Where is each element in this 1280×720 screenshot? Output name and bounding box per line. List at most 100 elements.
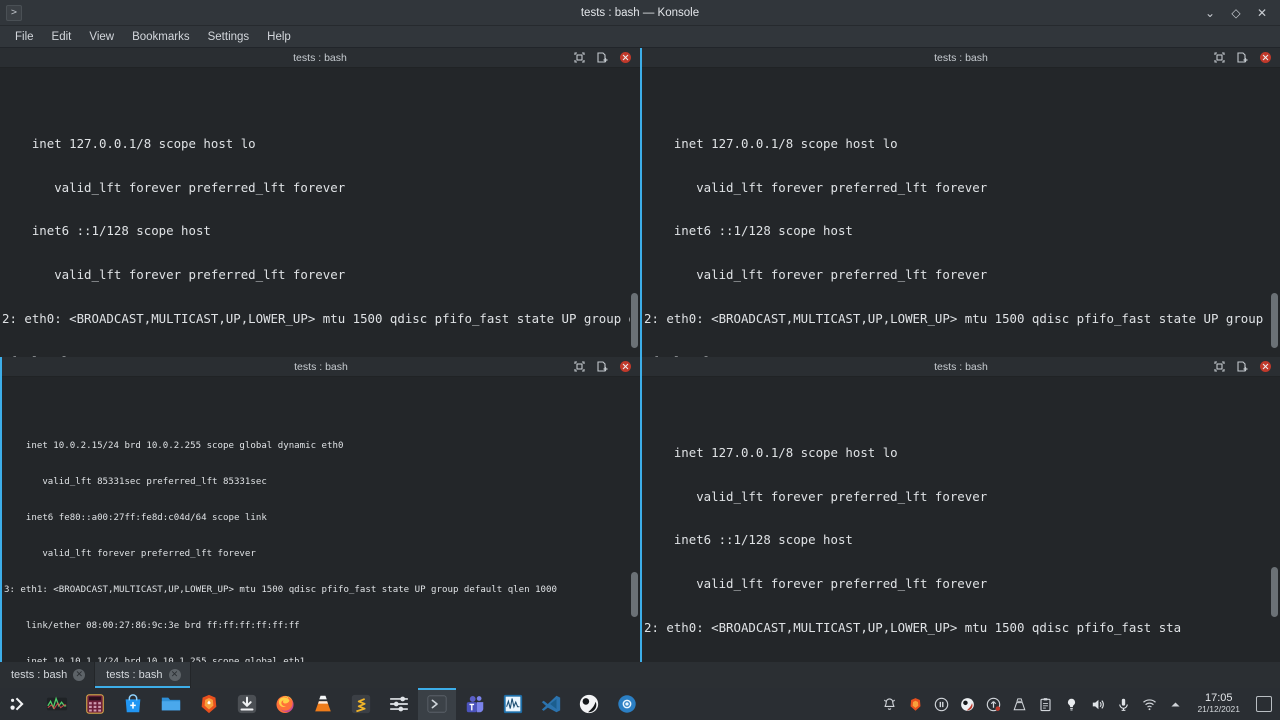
system-monitor-icon[interactable] [38, 688, 76, 720]
clock-widget[interactable]: 17:05 21/12/2021 [1193, 693, 1244, 715]
clock-date: 21/12/2021 [1197, 704, 1240, 714]
wireshark-icon[interactable] [494, 688, 532, 720]
terminal-pane-firewall[interactable]: tests : bash inet 10.0.2.15/24 brd 10.0.… [0, 357, 640, 662]
terminal-line: 2: eth0: <BROADCAST,MULTICAST,UP,LOWER_U… [644, 619, 1182, 635]
clipboard-icon[interactable] [1037, 696, 1053, 712]
pane-header-isp1: tests : bash [0, 48, 640, 68]
terminal-pane-isp2[interactable]: tests : bash inet 127.0.0.1/8 scope host… [640, 48, 1280, 357]
expand-pane-icon[interactable] [1214, 361, 1225, 372]
terminal-output-isp2[interactable]: inet 127.0.0.1/8 scope host lo valid_lft… [642, 68, 1280, 357]
menu-view[interactable]: View [80, 29, 123, 45]
vlc-icon[interactable] [304, 688, 342, 720]
terminal-line: inet6 ::1/128 scope host [644, 223, 853, 239]
download-manager-icon[interactable] [228, 688, 266, 720]
pane-scrollbar[interactable] [1270, 68, 1279, 357]
konsole-terminal-icon[interactable] [418, 688, 456, 720]
volume-icon[interactable] [1089, 696, 1105, 712]
tab-tests-bash-2[interactable]: tests : bash ✕ [95, 662, 191, 688]
terminal-line: 2: eth0: <BROADCAST,MULTICAST,UP,LOWER_U… [2, 310, 637, 326]
new-tab-icon[interactable] [1237, 52, 1248, 63]
sublime-text-icon[interactable] [342, 688, 380, 720]
terminal-line: inet 127.0.0.1/8 scope host lo [644, 445, 898, 461]
show-desktop-button[interactable] [1256, 696, 1272, 712]
microsoft-teams-icon[interactable] [456, 688, 494, 720]
terminal-pane-isp1[interactable]: tests : bash inet 127.0.0.1/8 scope host… [0, 48, 640, 357]
settings-sliders-icon[interactable] [380, 688, 418, 720]
desktop-taskbar: 17:05 21/12/2021 [0, 688, 1280, 720]
terminal-line: valid_lft forever preferred_lft forever [644, 179, 988, 195]
menu-help[interactable]: Help [258, 29, 300, 45]
window-controls: ⌄ ◇ ✕ [1204, 7, 1280, 19]
close-pane-icon[interactable] [1260, 52, 1271, 63]
terminal-line: valid_lft forever preferred_lft forever [4, 548, 256, 559]
close-button[interactable]: ✕ [1256, 7, 1268, 19]
terminal-output-firewall[interactable]: inet 10.0.2.15/24 brd 10.0.2.255 scope g… [2, 377, 640, 662]
terminal-output-host1[interactable]: inet 127.0.0.1/8 scope host lo valid_lft… [642, 377, 1280, 662]
updates-icon[interactable] [985, 696, 1001, 712]
kde-connect-icon[interactable] [608, 688, 646, 720]
obs-tray-icon[interactable] [959, 696, 975, 712]
terminal-line: inet 127.0.0.1/8 scope host lo [644, 136, 898, 152]
pane-title: tests : bash [293, 51, 347, 64]
terminal-line: valid_lft forever preferred_lft forever [644, 576, 988, 592]
minimize-button[interactable]: ⌄ [1204, 7, 1216, 19]
obs-studio-icon[interactable] [570, 688, 608, 720]
expand-pane-icon[interactable] [574, 361, 585, 372]
terminal-output-isp1[interactable]: inet 127.0.0.1/8 scope host lo valid_lft… [0, 68, 640, 357]
terminal-pane-host1[interactable]: tests : bash inet 127.0.0.1/8 scope host… [640, 357, 1280, 662]
pane-title: tests : bash [934, 360, 988, 373]
close-pane-icon[interactable] [620, 361, 631, 372]
pane-scrollbar[interactable] [630, 68, 639, 357]
brightness-icon[interactable] [1063, 696, 1079, 712]
show-hidden-tray-icon[interactable] [1167, 696, 1183, 712]
terminal-line: inet6 fe80::a00:27ff:fe8d:c04d/64 scope … [4, 512, 267, 523]
new-tab-icon[interactable] [1237, 361, 1248, 372]
pane-title: tests : bash [934, 51, 988, 64]
notifications-bell-icon[interactable] [881, 696, 897, 712]
tab-tests-bash-1[interactable]: tests : bash ✕ [0, 662, 96, 688]
tab-label: tests : bash [106, 669, 163, 681]
terminal-line: valid_lft 85331sec preferred_lft 85331se… [4, 476, 267, 487]
close-pane-icon[interactable] [1260, 361, 1271, 372]
scrollbar-thumb[interactable] [631, 572, 638, 617]
vlc-tray-icon[interactable] [1011, 696, 1027, 712]
kde-menu-icon[interactable] [0, 688, 38, 720]
pane-header-firewall: tests : bash [2, 357, 640, 377]
brave-tray-icon[interactable] [907, 696, 923, 712]
tab-label: tests : bash [11, 669, 68, 681]
system-tray: 17:05 21/12/2021 [881, 693, 1280, 715]
pane-scrollbar[interactable] [630, 377, 639, 662]
software-store-icon[interactable] [114, 688, 152, 720]
calculator-icon[interactable] [76, 688, 114, 720]
scrollbar-thumb[interactable] [1271, 293, 1278, 348]
menu-file[interactable]: File [6, 29, 43, 45]
vscode-icon[interactable] [532, 688, 570, 720]
taskbar-launchers [0, 688, 646, 720]
file-manager-icon[interactable] [152, 688, 190, 720]
maximize-button[interactable]: ◇ [1230, 7, 1242, 19]
media-pause-icon[interactable] [933, 696, 949, 712]
scrollbar-thumb[interactable] [1271, 567, 1278, 617]
expand-pane-icon[interactable] [574, 52, 585, 63]
pane-header-controls [574, 52, 640, 63]
pane-title: tests : bash [294, 360, 348, 373]
terminal-split-grid: tests : bash inet 127.0.0.1/8 scope host… [0, 48, 1280, 662]
brave-browser-icon[interactable] [190, 688, 228, 720]
firefox-icon[interactable] [266, 688, 304, 720]
menu-edit[interactable]: Edit [43, 29, 81, 45]
close-pane-icon[interactable] [620, 52, 631, 63]
new-tab-icon[interactable] [597, 361, 608, 372]
tab-close-icon[interactable]: ✕ [168, 669, 181, 681]
terminal-lines: inet 127.0.0.1/8 scope host lo valid_lft… [0, 106, 640, 357]
new-tab-icon[interactable] [597, 52, 608, 63]
scrollbar-thumb[interactable] [631, 293, 638, 348]
window-titlebar: > tests : bash — Konsole ⌄ ◇ ✕ [0, 0, 1280, 26]
menu-bookmarks[interactable]: Bookmarks [123, 29, 199, 45]
terminal-line: link/ether 08:00:27:86:9c:3e brd ff:ff:f… [4, 620, 300, 631]
network-wifi-icon[interactable] [1141, 696, 1157, 712]
microphone-icon[interactable] [1115, 696, 1131, 712]
pane-scrollbar[interactable] [1270, 377, 1279, 662]
menu-settings[interactable]: Settings [199, 29, 259, 45]
expand-pane-icon[interactable] [1214, 52, 1225, 63]
tab-close-icon[interactable]: ✕ [73, 669, 86, 681]
